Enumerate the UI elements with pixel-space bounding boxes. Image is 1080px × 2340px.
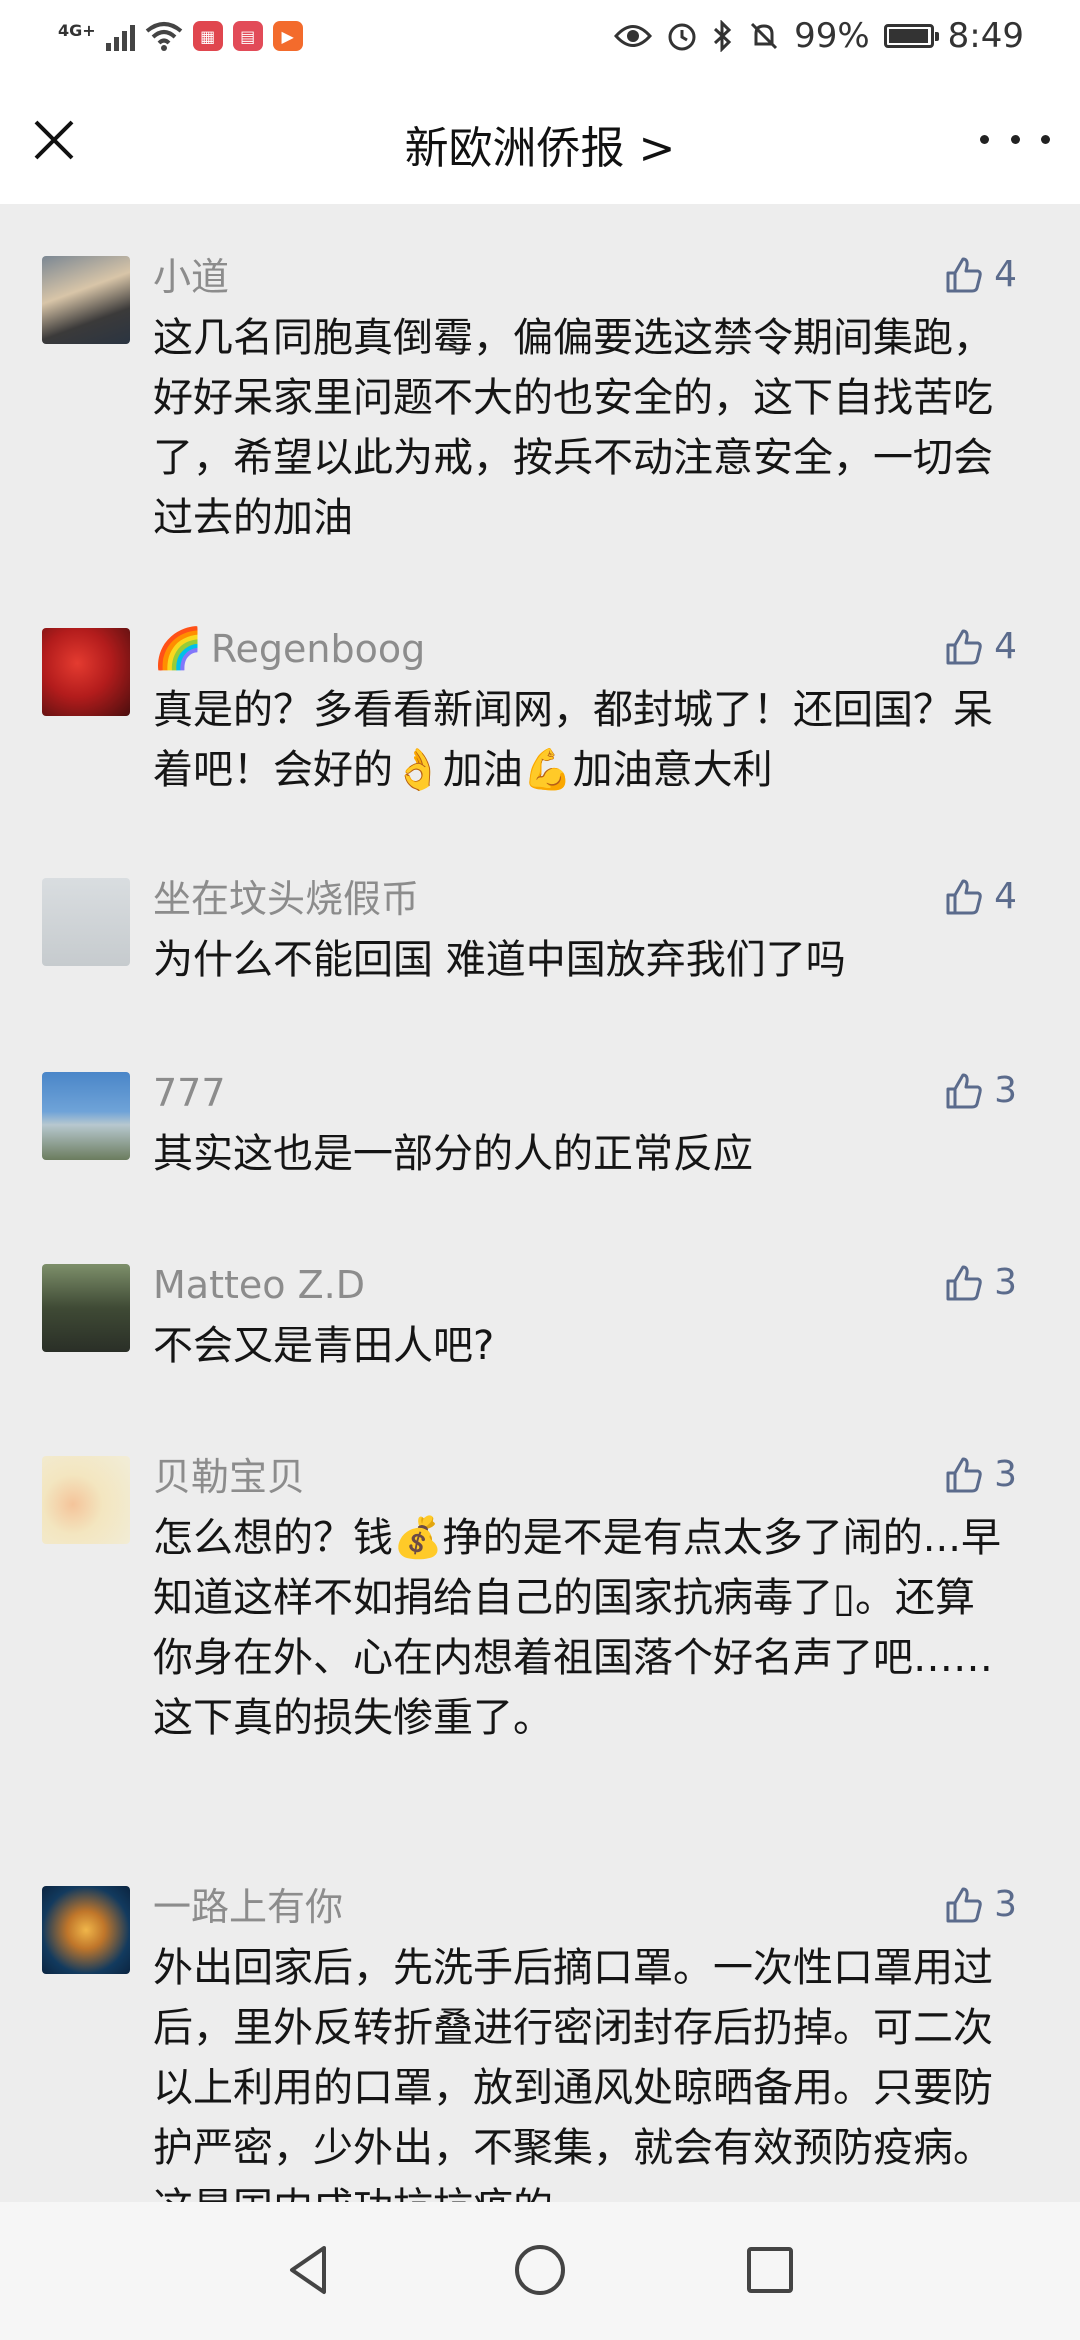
- thumbs-up-icon: [946, 1457, 982, 1492]
- thumbs-up-icon: [946, 1887, 982, 1922]
- comment-item: 坐在坟头烧假币 4 为什么不能回国 难道中国放弃我们了吗: [0, 876, 1063, 990]
- comment-item: 🌈 Regenboog 4 真是的？多看看新闻网，都封城了！还回国？呆着吧！会好的…: [0, 626, 1063, 800]
- system-nav-bar: [0, 2202, 1080, 2340]
- commenter-name[interactable]: 🌈 Regenboog: [153, 626, 1013, 672]
- comment-text: 怎么想的？钱💰挣的是不是有点太多了闹的...早知道这样不如捐给自己的国家抗病毒了…: [153, 1515, 1001, 1741]
- commenter-name[interactable]: 坐在坟头烧假币: [153, 876, 1013, 922]
- comment-text: 外出回家后，先洗手后摘口罩。一次性口罩用过后，里外反转折叠进行密闭封存后扔掉。可…: [153, 1945, 993, 2202]
- status-bar: 4G+ ▦ ▤ ▶ 99% 8:49: [0, 0, 1080, 72]
- comment-item: 贝勒宝贝 3 怎么想的？钱💰挣的是不是有点太多了闹的...早知道这样不如捐给自己…: [0, 1454, 1063, 1748]
- commenter-name-text: Regenboog: [210, 627, 426, 671]
- comment-item: 小道 4 这几名同胞真倒霉，偏偏要选这禁令期间集跑，好好呆家里问题不大的也安全的…: [0, 254, 1063, 548]
- like-count: 3: [994, 1070, 1017, 1111]
- page-title[interactable]: 新欧洲侨报 >: [0, 112, 1080, 176]
- comment-item: 777 3 其实这也是一部分的人的正常反应: [0, 1070, 1063, 1184]
- comment-text: 为什么不能回国 难道中国放弃我们了吗: [153, 937, 846, 983]
- comment-list: 小道 4 这几名同胞真倒霉，偏偏要选这禁令期间集跑，好好呆家里问题不大的也安全的…: [0, 204, 1080, 2202]
- commenter-name[interactable]: 小道: [153, 254, 1013, 300]
- status-left: 4G+ ▦ ▤ ▶: [58, 14, 303, 58]
- avatar[interactable]: [42, 256, 130, 344]
- like-count: 4: [994, 626, 1017, 667]
- eye-icon: [614, 25, 653, 47]
- comment-text: 真是的？多看看新闻网，都封城了！还回国？呆着吧！会好的👌加油💪加油意大利: [153, 687, 993, 793]
- more-icon[interactable]: [980, 118, 1050, 160]
- thumbs-up-icon: [946, 257, 982, 292]
- thumbs-up-icon: [946, 1265, 982, 1300]
- back-icon[interactable]: [280, 2240, 340, 2300]
- battery-percent: 99%: [794, 16, 870, 56]
- like-button[interactable]: 3: [944, 1070, 1017, 1111]
- battery-icon: [883, 24, 939, 48]
- video-app-icon: ▶: [272, 21, 303, 51]
- like-count: 4: [994, 254, 1017, 295]
- commenter-name[interactable]: 一路上有你: [153, 1884, 1013, 1930]
- comment-item: 一路上有你 3 外出回家后，先洗手后摘口罩。一次性口罩用过后，里外反转折叠进行密…: [0, 1884, 1063, 2202]
- rainbow-icon: 🌈: [153, 626, 203, 672]
- like-count: 3: [994, 1454, 1017, 1495]
- commenter-name[interactable]: Matteo Z.D: [153, 1262, 1013, 1308]
- bluetooth-icon: [714, 20, 732, 52]
- clock: 8:49: [947, 16, 1024, 56]
- thumbs-up-icon: [946, 1073, 982, 1108]
- like-button[interactable]: 3: [944, 1884, 1017, 1925]
- like-count: 3: [994, 1884, 1017, 1925]
- comment-text: 不会又是青田人吧?: [153, 1323, 495, 1369]
- thumbs-up-icon: [946, 879, 982, 914]
- like-button[interactable]: 3: [944, 1262, 1017, 1303]
- calendar-app-icon: ▦: [192, 21, 223, 51]
- like-count: 3: [994, 1262, 1017, 1303]
- thumbs-up-icon: [946, 629, 982, 664]
- wifi-icon: [145, 22, 182, 51]
- recents-icon[interactable]: [740, 2240, 800, 2300]
- avatar[interactable]: [42, 1072, 130, 1160]
- home-icon[interactable]: [510, 2240, 570, 2300]
- commenter-name[interactable]: 777: [153, 1070, 1013, 1116]
- like-count: 4: [994, 876, 1017, 917]
- avatar[interactable]: [42, 878, 130, 966]
- like-button[interactable]: 4: [944, 626, 1017, 667]
- like-button[interactable]: 4: [944, 876, 1017, 917]
- status-right: 99% 8:49: [614, 12, 1024, 60]
- top-bar: 新欧洲侨报 >: [0, 72, 1080, 204]
- commenter-name[interactable]: 贝勒宝贝: [153, 1454, 1013, 1500]
- comment-item: Matteo Z.D 3 不会又是青田人吧?: [0, 1262, 1063, 1376]
- alarm-icon: [668, 23, 696, 51]
- signal-icon: [105, 21, 135, 51]
- avatar[interactable]: [42, 1264, 130, 1352]
- mute-icon: [751, 22, 778, 50]
- comment-text: 这几名同胞真倒霉，偏偏要选这禁令期间集跑，好好呆家里问题不大的也安全的，这下自找…: [153, 315, 993, 541]
- avatar[interactable]: [42, 1456, 130, 1544]
- avatar[interactable]: [42, 628, 130, 716]
- avatar[interactable]: [42, 1886, 130, 1974]
- comment-text: 其实这也是一部分的人的正常反应: [153, 1131, 753, 1177]
- like-button[interactable]: 3: [944, 1454, 1017, 1495]
- network-type: 4G+: [58, 20, 96, 40]
- book-app-icon: ▤: [232, 21, 263, 51]
- like-button[interactable]: 4: [944, 254, 1017, 295]
